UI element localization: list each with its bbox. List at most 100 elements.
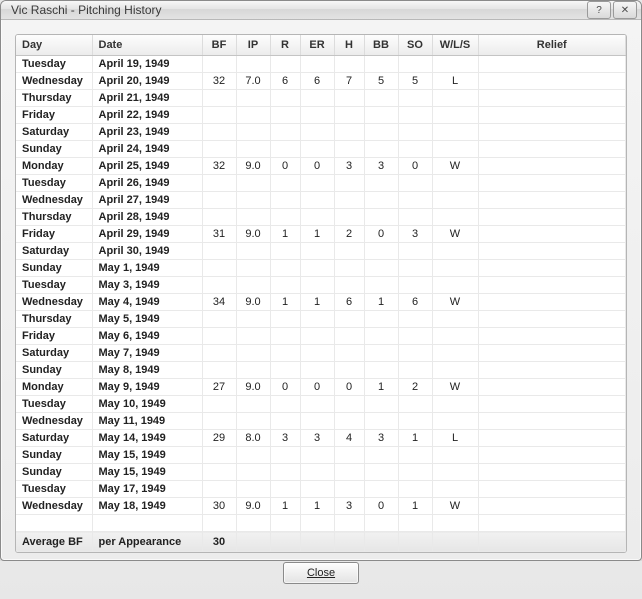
cell-ip: 9.0 (236, 294, 270, 311)
cell-bf (202, 192, 236, 209)
table-row[interactable]: SaturdayMay 7, 1949 (16, 345, 626, 362)
table-row[interactable]: SundayMay 1, 1949 (16, 260, 626, 277)
cell-h (334, 464, 364, 481)
cell-relief (478, 481, 626, 498)
cell-so (398, 447, 432, 464)
cell-r (270, 413, 300, 430)
table-row[interactable]: SundayApril 24, 1949 (16, 141, 626, 158)
cell-day: Wednesday (16, 413, 92, 430)
cell-ip (236, 175, 270, 192)
table-row[interactable]: FridayApril 22, 1949 (16, 107, 626, 124)
cell-er: 0 (300, 158, 334, 175)
cell-date: May 10, 1949 (92, 396, 202, 413)
table-row[interactable]: SaturdayApril 23, 1949 (16, 124, 626, 141)
cell-ip: 9.0 (236, 226, 270, 243)
col-day[interactable]: Day (16, 35, 92, 56)
cell-ip (236, 362, 270, 379)
table-row[interactable]: WednesdayApril 20, 1949327.066755L (16, 73, 626, 90)
cell-bb: 0 (364, 226, 398, 243)
cell-h (334, 90, 364, 107)
cell-date: May 18, 1949 (92, 498, 202, 515)
cell-bf (202, 141, 236, 158)
table-row[interactable]: SundayMay 8, 1949 (16, 362, 626, 379)
cell-r (270, 481, 300, 498)
table-row[interactable]: ThursdayApril 21, 1949 (16, 90, 626, 107)
close-button[interactable]: Close (283, 562, 359, 584)
col-wls[interactable]: W/L/S (432, 35, 478, 56)
table-row[interactable]: TuesdayMay 10, 1949 (16, 396, 626, 413)
summary-cell-day: Average BF (16, 532, 92, 552)
cell-ip (236, 515, 270, 532)
col-so[interactable]: SO (398, 35, 432, 56)
cell-relief (478, 498, 626, 515)
cell-bb (364, 447, 398, 464)
table-row[interactable]: ThursdayMay 5, 1949 (16, 311, 626, 328)
cell-date: May 17, 1949 (92, 481, 202, 498)
col-bf[interactable]: BF (202, 35, 236, 56)
help-button[interactable]: ? (587, 1, 611, 19)
table-row[interactable]: WednesdayMay 11, 1949 (16, 413, 626, 430)
cell-h (334, 124, 364, 141)
cell-er: 1 (300, 226, 334, 243)
table-row[interactable]: WednesdayApril 27, 1949 (16, 192, 626, 209)
col-bb[interactable]: BB (364, 35, 398, 56)
cell-date: May 11, 1949 (92, 413, 202, 430)
table-row[interactable]: MondayMay 9, 1949279.000012W (16, 379, 626, 396)
cell-er (300, 396, 334, 413)
table-row[interactable]: WednesdayMay 4, 1949349.011616W (16, 294, 626, 311)
cell-bf (202, 209, 236, 226)
table-row[interactable]: ThursdayApril 28, 1949 (16, 209, 626, 226)
cell-bf: 30 (202, 498, 236, 515)
cell-r (270, 243, 300, 260)
cell-bb (364, 515, 398, 532)
cell-date: April 29, 1949 (92, 226, 202, 243)
cell-h (334, 515, 364, 532)
cell-relief (478, 158, 626, 175)
cell-h: 2 (334, 226, 364, 243)
cell-bf (202, 464, 236, 481)
table-row[interactable]: SundayMay 15, 1949 (16, 464, 626, 481)
cell-r (270, 464, 300, 481)
cell-date: April 21, 1949 (92, 90, 202, 107)
col-ip[interactable]: IP (236, 35, 270, 56)
cell-r (270, 192, 300, 209)
col-relief[interactable]: Relief (478, 35, 626, 56)
cell-bb (364, 175, 398, 192)
cell-date: April 25, 1949 (92, 158, 202, 175)
table-row[interactable]: TuesdayApril 26, 1949 (16, 175, 626, 192)
col-r[interactable]: R (270, 35, 300, 56)
cell-wls (432, 209, 478, 226)
table-row[interactable]: MondayApril 25, 1949329.000330W (16, 158, 626, 175)
cell-so (398, 311, 432, 328)
close-window-button[interactable]: ✕ (613, 1, 637, 19)
table-row[interactable]: SaturdayApril 30, 1949 (16, 243, 626, 260)
summary-cell-date: per Appearance (92, 532, 202, 552)
cell-bb (364, 464, 398, 481)
col-er[interactable]: ER (300, 35, 334, 56)
table-row[interactable]: FridayApril 29, 1949319.011203W (16, 226, 626, 243)
cell-bf: 34 (202, 294, 236, 311)
cell-wls (432, 192, 478, 209)
titlebar[interactable]: Vic Raschi - Pitching History ? ✕ (1, 1, 641, 20)
col-h[interactable]: H (334, 35, 364, 56)
cell-ip (236, 192, 270, 209)
col-date[interactable]: Date (92, 35, 202, 56)
table-row[interactable]: SaturdayMay 14, 1949298.033431L (16, 430, 626, 447)
cell-relief (478, 413, 626, 430)
summary-cell-ip (236, 532, 270, 552)
cell-er (300, 447, 334, 464)
table-row[interactable]: FridayMay 6, 1949 (16, 328, 626, 345)
close-button-label: Close (307, 567, 335, 579)
table-row[interactable]: TuesdayMay 17, 1949 (16, 481, 626, 498)
cell-bf (202, 515, 236, 532)
table-row[interactable]: WednesdayMay 18, 1949309.011301W (16, 498, 626, 515)
table-row[interactable]: TuesdayMay 3, 1949 (16, 277, 626, 294)
cell-relief (478, 73, 626, 90)
cell-relief (478, 515, 626, 532)
table-row[interactable]: TuesdayApril 19, 1949 (16, 56, 626, 73)
table-row[interactable]: SundayMay 15, 1949 (16, 447, 626, 464)
cell-wls (432, 277, 478, 294)
cell-r (270, 175, 300, 192)
cell-date: April 22, 1949 (92, 107, 202, 124)
cell-r (270, 362, 300, 379)
